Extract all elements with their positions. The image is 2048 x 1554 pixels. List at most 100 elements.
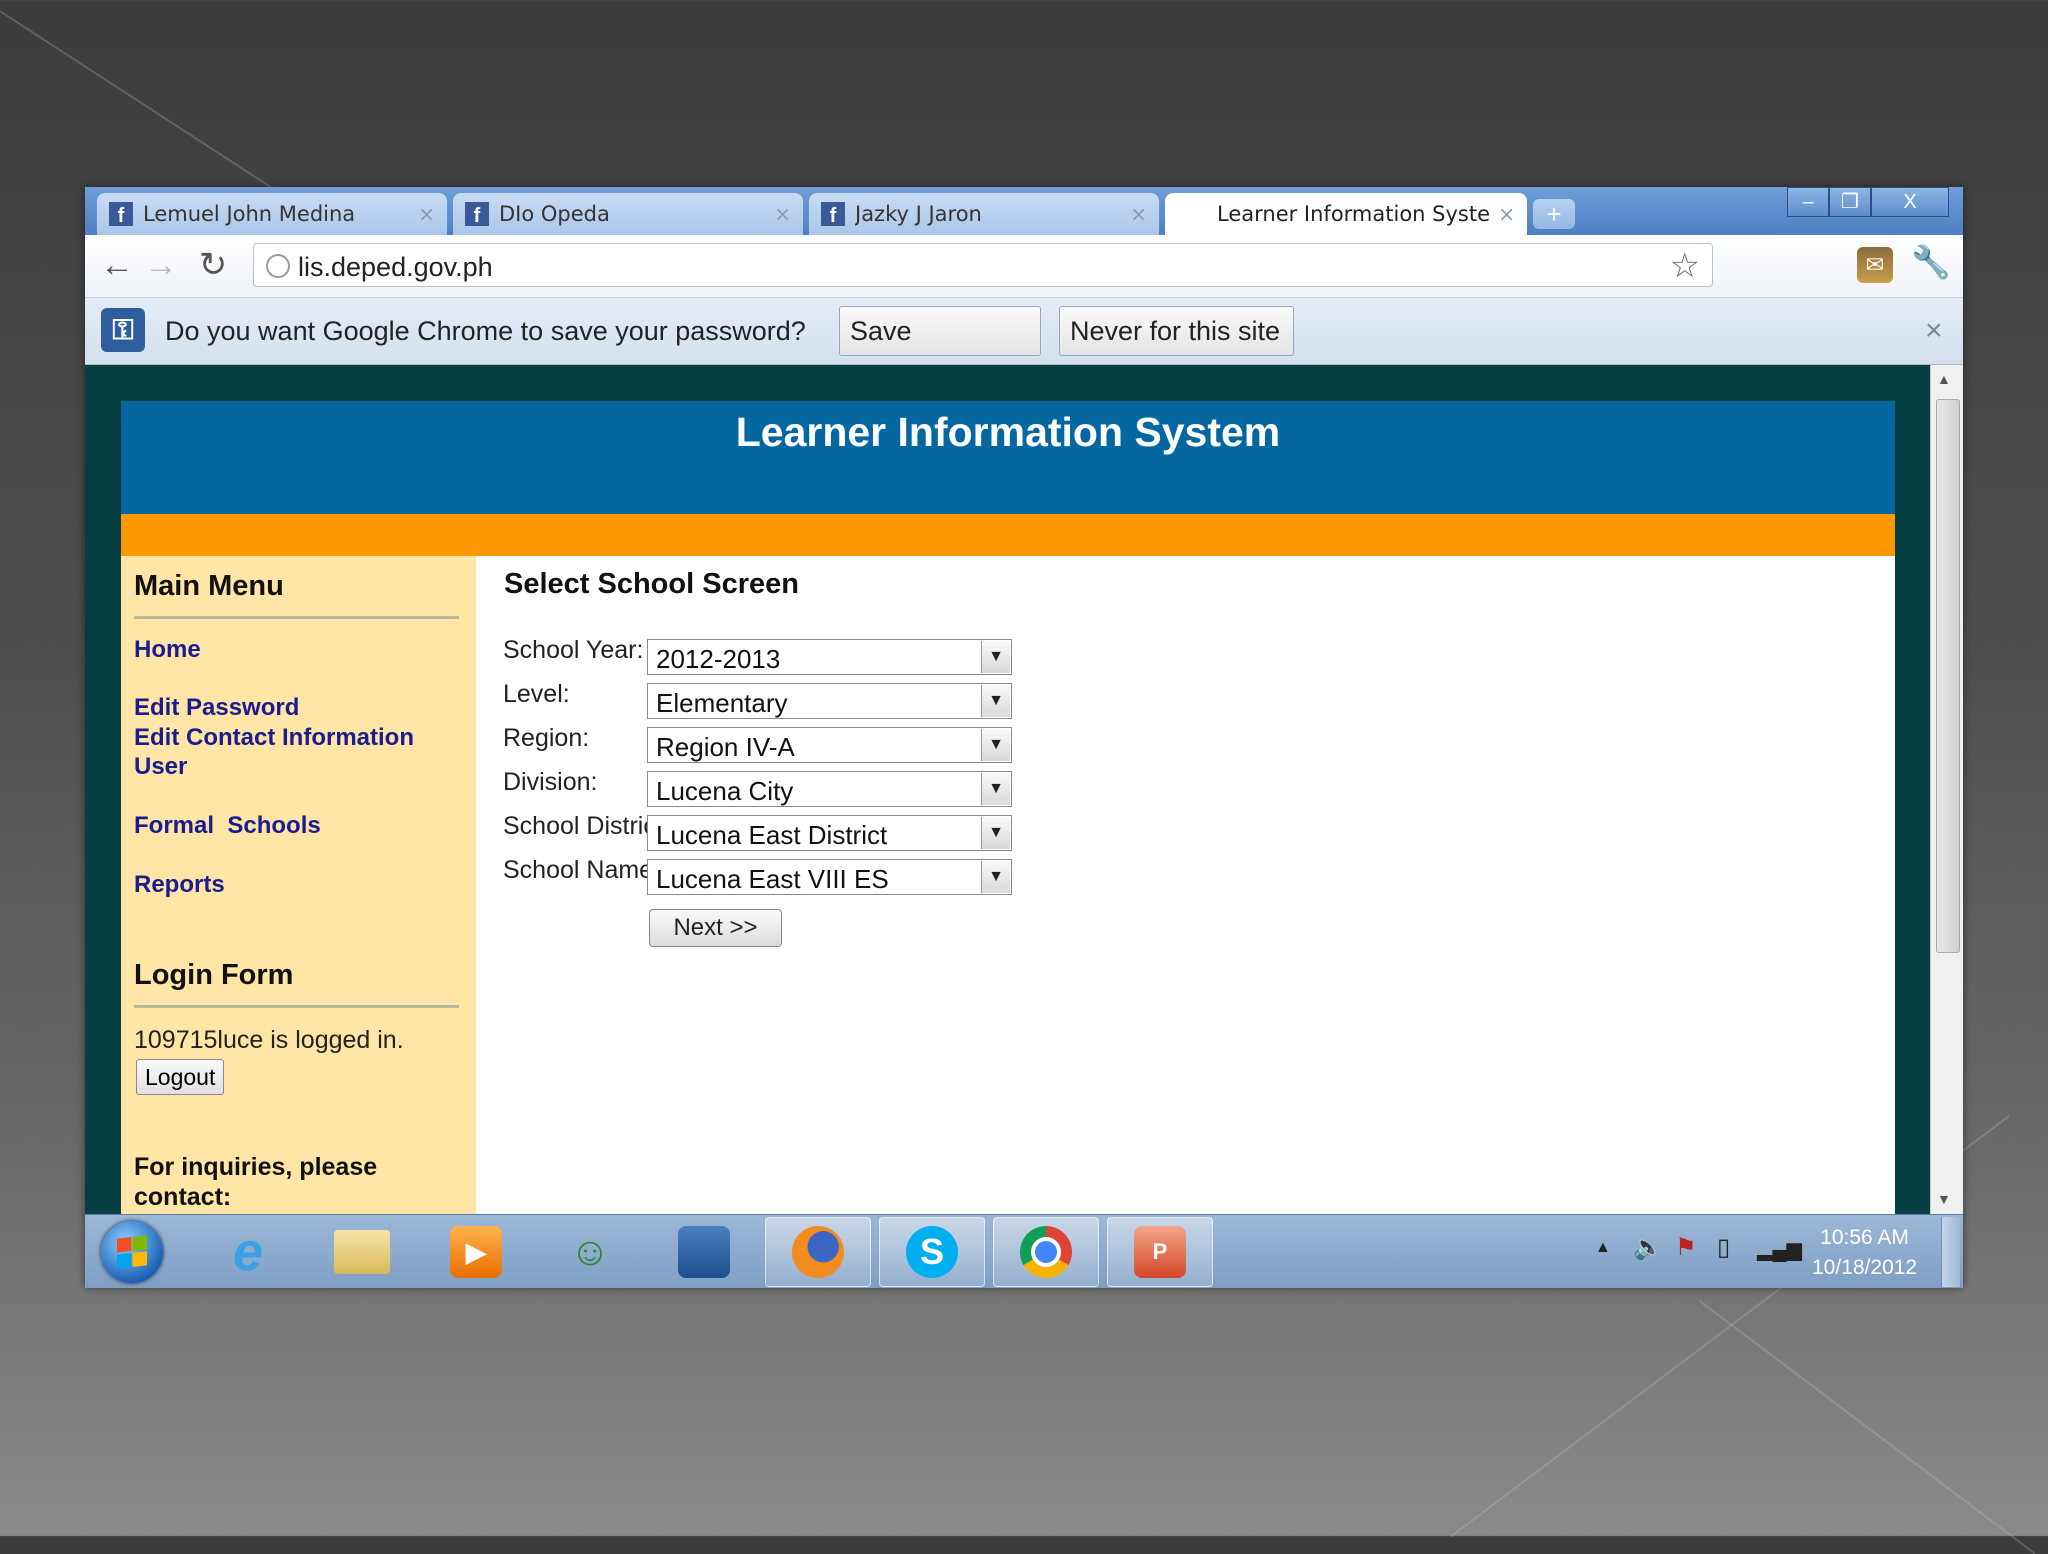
dropdown-arrow-icon[interactable]: ▼ — [981, 729, 1010, 761]
save-password-button[interactable]: Save password — [839, 306, 1041, 394]
key-icon: ⚿ — [101, 308, 145, 352]
system-clock[interactable]: 10:56 AM 10/18/2012 — [1812, 1223, 1917, 1283]
windows-logo-icon — [117, 1235, 147, 1269]
powerpoint-icon: P — [1134, 1226, 1186, 1278]
firefox-icon — [792, 1226, 844, 1278]
menu-link-formal-schools[interactable]: Formal Schools — [134, 812, 321, 840]
internet-explorer-icon: e — [232, 1222, 264, 1282]
divider — [134, 616, 459, 619]
tab-label: DIo Opeda — [499, 202, 610, 226]
clock-date: 10/18/2012 — [1812, 1256, 1918, 1279]
start-button[interactable] — [101, 1221, 163, 1283]
level-select[interactable]: Elementary ▼ — [647, 683, 1012, 719]
tab-close-icon[interactable]: × — [1130, 202, 1147, 226]
taskbar-briefcase[interactable] — [651, 1217, 757, 1287]
volume-icon[interactable]: 🔈 — [1633, 1233, 1663, 1262]
extension-icon[interactable]: ✉ — [1857, 247, 1893, 283]
infobar-message: Do you want Google Chrome to save your p… — [165, 316, 806, 346]
infobar-close-icon[interactable]: × — [1925, 314, 1943, 348]
scroll-down-icon[interactable]: ▼ — [1937, 1191, 1951, 1207]
messenger-icon: ☺ — [569, 1229, 611, 1274]
page-info-icon[interactable] — [266, 254, 290, 278]
facebook-icon: f — [109, 202, 133, 226]
taskbar-chrome[interactable] — [993, 1217, 1099, 1287]
dropdown-arrow-icon[interactable]: ▼ — [981, 685, 1010, 717]
tab-label: Lemuel John Medina — [143, 202, 356, 226]
school-district-label: School District: — [503, 812, 670, 840]
menu-link-user[interactable]: User — [134, 753, 187, 781]
action-center-flag-icon[interactable]: ⚑ — [1675, 1233, 1697, 1262]
vertical-scrollbar[interactable]: ▲ ▼ — [1930, 365, 1963, 1214]
taskbar-file-explorer[interactable] — [309, 1217, 415, 1287]
menu-link-home[interactable]: Home — [134, 636, 201, 664]
tab-label: Learner Information System — [1217, 202, 1491, 226]
maximize-button[interactable]: ❐ — [1829, 187, 1871, 217]
lis-page: Learner Information System Main Menu Hom… — [121, 401, 1895, 1214]
menu-link-reports[interactable]: Reports — [134, 871, 225, 899]
region-select[interactable]: Region IV-A ▼ — [647, 727, 1012, 763]
clock-time: 10:56 AM — [1820, 1226, 1909, 1249]
main-content: Select School Screen School Year: 2012-2… — [476, 556, 1895, 1214]
show-desktop-button[interactable] — [1941, 1217, 1960, 1287]
never-for-this-site-button[interactable]: Never for this site — [1059, 306, 1294, 356]
school-district-select[interactable]: Lucena East District ▼ — [647, 815, 1012, 851]
tab-lemuel-john-medina[interactable]: f Lemuel John Medina × — [97, 193, 447, 235]
tab-close-icon[interactable]: × — [418, 202, 435, 226]
taskbar-skype[interactable]: S — [879, 1217, 985, 1287]
windows-taskbar: e ▶ ☺ S P ▲ 🔈 ⚑ ▯ ▂▄▆ 10:56 AM 10/18/201… — [85, 1214, 1963, 1288]
taskbar-media-player[interactable]: ▶ — [423, 1217, 529, 1287]
dropdown-arrow-icon[interactable]: ▼ — [981, 641, 1010, 673]
taskbar-powerpoint[interactable]: P — [1107, 1217, 1213, 1287]
school-year-label: School Year: — [503, 636, 644, 664]
background-line — [0, 10, 277, 192]
back-arrow-icon[interactable]: ← — [97, 243, 137, 287]
school-year-select[interactable]: 2012-2013 ▼ — [647, 639, 1012, 675]
wrench-menu-icon[interactable]: 🔧 — [1911, 243, 1951, 281]
page-viewport: Learner Information System Main Menu Hom… — [85, 365, 1930, 1214]
save-password-infobar: ⚿ Do you want Google Chrome to save your… — [85, 298, 1963, 394]
school-name-value: Lucena East VIII ES — [656, 864, 889, 894]
taskbar-internet-explorer[interactable]: e — [195, 1217, 301, 1287]
site-banner: Learner Information System — [121, 401, 1895, 514]
sidebar: Main Menu Home Edit Password Edit Contac… — [121, 556, 476, 1214]
network-signal-icon[interactable]: ▂▄▆ — [1757, 1237, 1802, 1262]
dropdown-arrow-icon[interactable]: ▼ — [981, 817, 1010, 849]
facebook-icon: f — [821, 202, 845, 226]
bookmark-star-icon[interactable]: ☆ — [1670, 246, 1700, 286]
taskbar-messenger[interactable]: ☺ — [537, 1217, 643, 1287]
division-select[interactable]: Lucena City ▼ — [647, 771, 1012, 807]
reload-icon[interactable]: ↻ — [193, 243, 233, 287]
tab-close-icon[interactable]: × — [774, 202, 791, 226]
taskbar-firefox[interactable] — [765, 1217, 871, 1287]
inquiries-text: For inquiries, please contact: — [134, 1153, 378, 1211]
dropdown-arrow-icon[interactable]: ▼ — [981, 773, 1010, 805]
tab-jazky-j-jaron[interactable]: f Jazky J Jaron × — [809, 193, 1159, 235]
tab-learner-information-system[interactable]: Learner Information System × — [1165, 193, 1527, 235]
division-label: Division: — [503, 768, 598, 796]
tab-close-icon[interactable]: × — [1498, 202, 1515, 226]
new-tab-button[interactable]: + — [1533, 199, 1575, 229]
show-hidden-icons-icon[interactable]: ▲ — [1595, 1239, 1611, 1257]
battery-icon[interactable]: ▯ — [1717, 1233, 1730, 1262]
scrollbar-thumb[interactable] — [1936, 399, 1960, 953]
menu-link-edit-contact-information[interactable]: Edit Contact Information — [134, 724, 414, 752]
forward-arrow-icon[interactable]: → — [141, 243, 181, 287]
address-bar[interactable]: lis.deped.gov.ph ☆ — [253, 243, 1713, 287]
division-value: Lucena City — [656, 776, 794, 806]
dropdown-arrow-icon[interactable]: ▼ — [981, 861, 1010, 893]
school-year-value: 2012-2013 — [656, 644, 781, 674]
close-window-button[interactable]: X — [1871, 187, 1949, 217]
school-name-label: School Name: — [503, 856, 661, 884]
media-player-icon: ▶ — [450, 1226, 502, 1278]
page-heading: Select School Screen — [504, 568, 799, 600]
next-button[interactable]: Next >> — [649, 909, 782, 947]
school-name-select[interactable]: Lucena East VIII ES ▼ — [647, 859, 1012, 895]
scroll-up-icon[interactable]: ▲ — [1937, 371, 1951, 387]
minimize-button[interactable]: – — [1787, 187, 1829, 217]
region-value: Region IV-A — [656, 732, 795, 762]
tab-dlo-opeda[interactable]: f DIo Opeda × — [453, 193, 803, 235]
briefcase-icon — [678, 1226, 730, 1278]
school-district-value: Lucena East District — [656, 820, 888, 850]
menu-link-edit-password[interactable]: Edit Password — [134, 694, 299, 722]
logout-button[interactable]: Logout — [136, 1059, 225, 1095]
